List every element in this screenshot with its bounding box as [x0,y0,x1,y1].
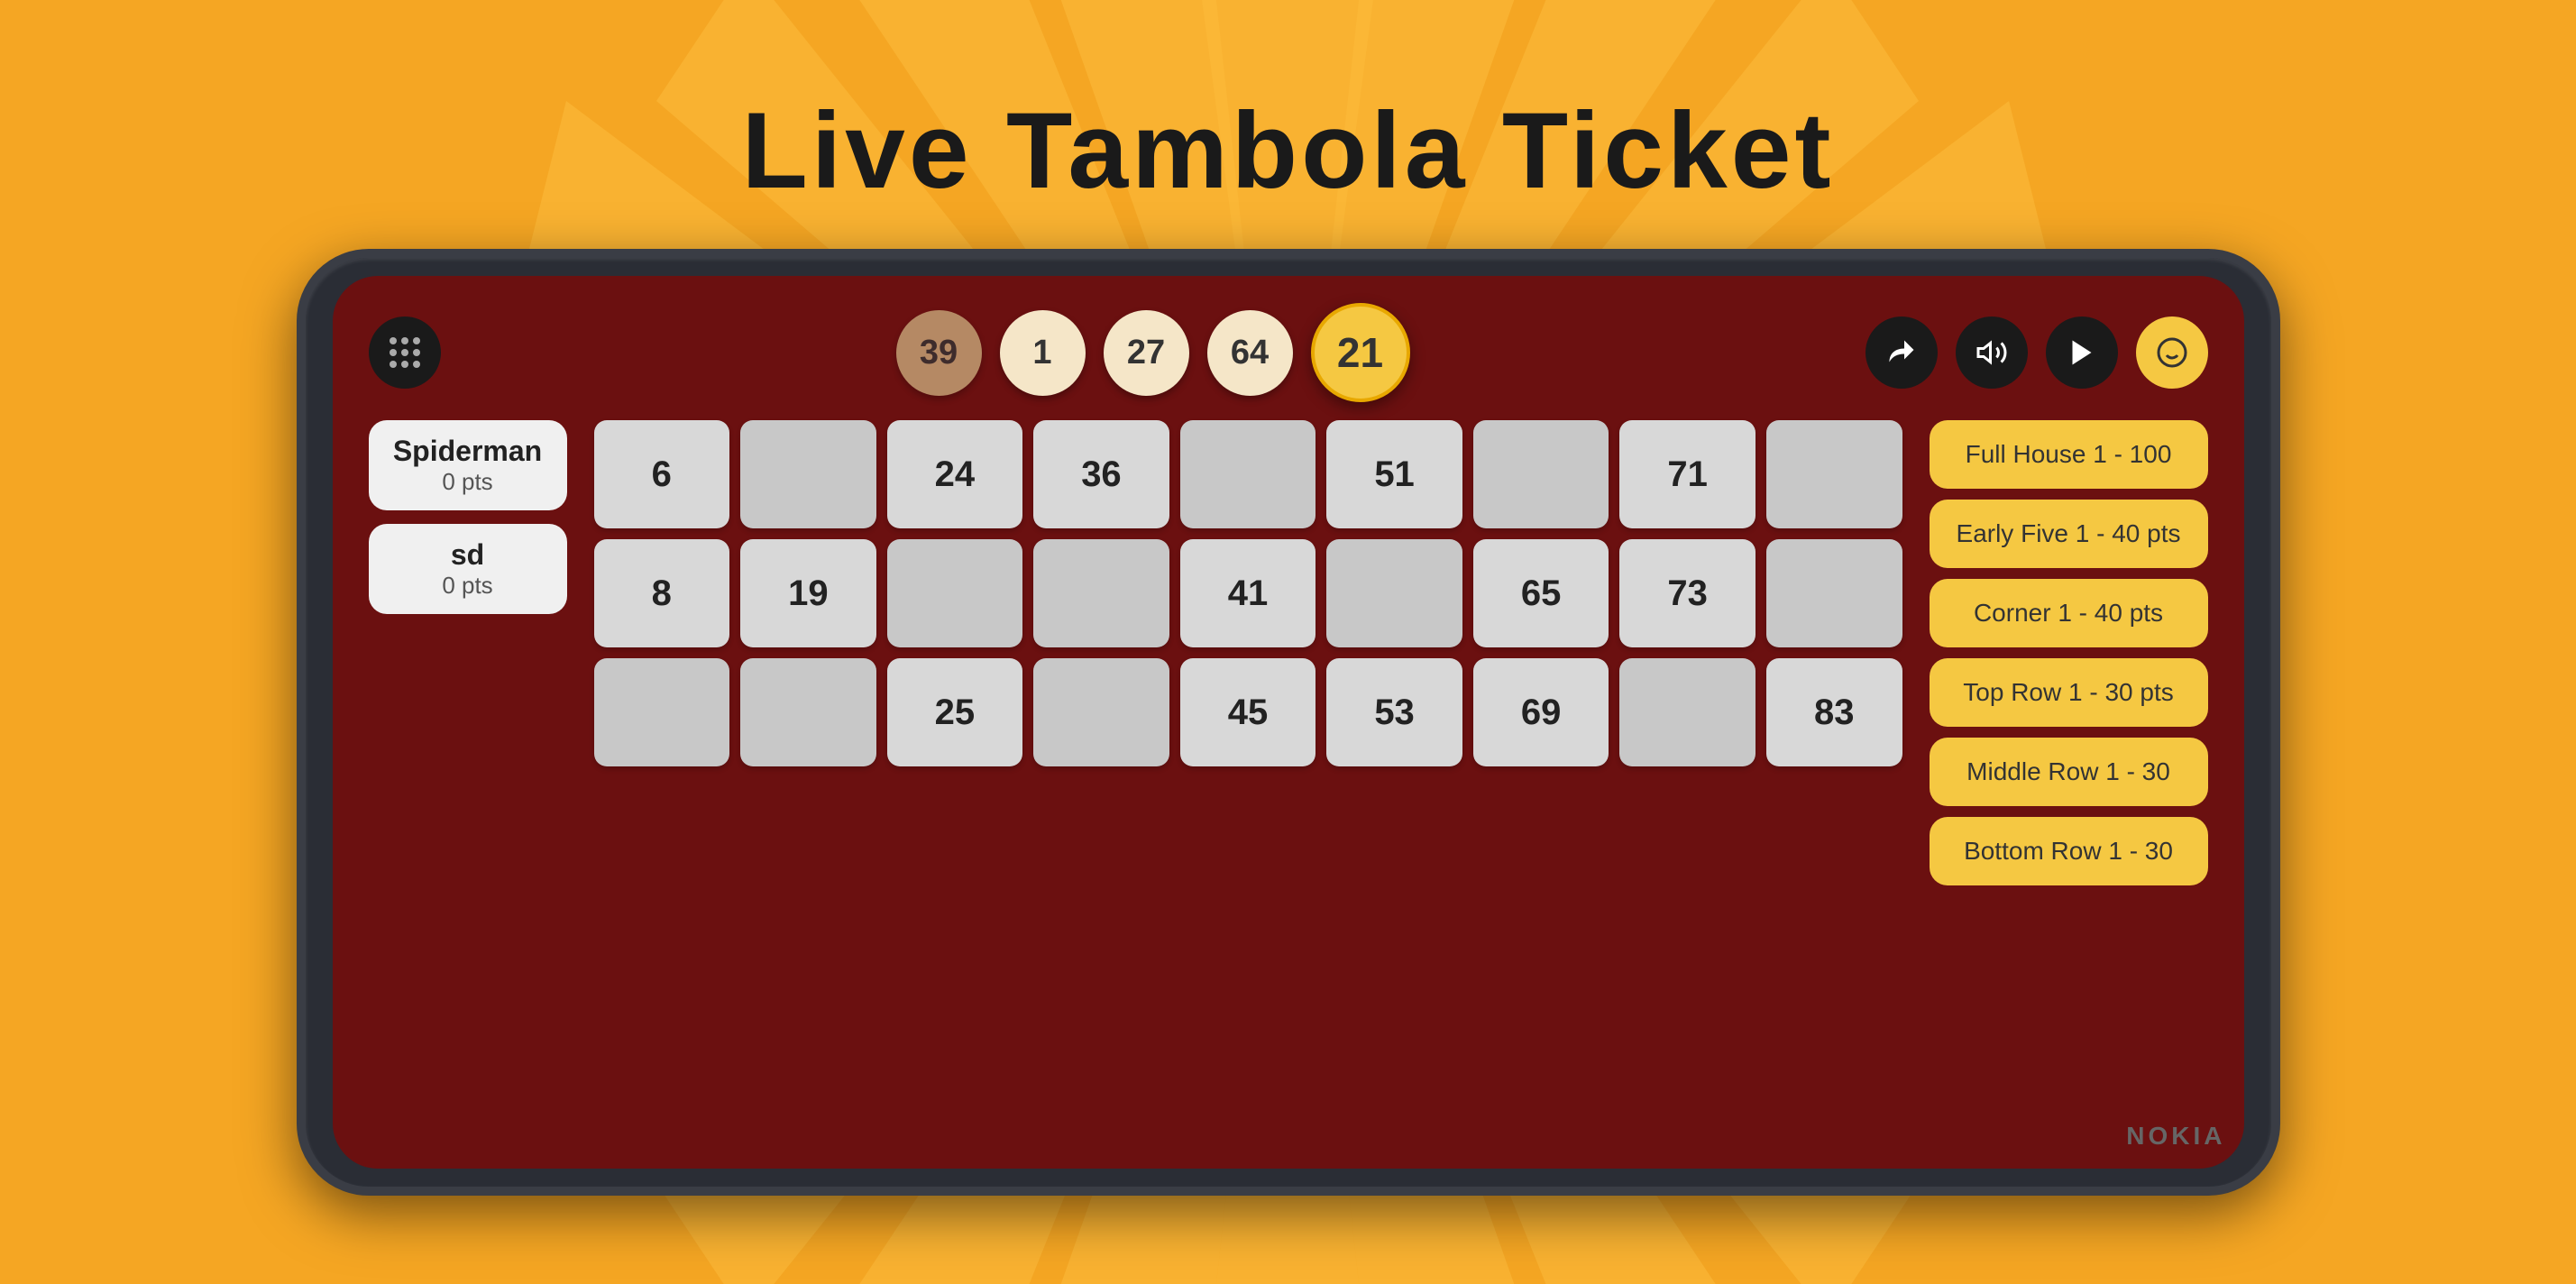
nokia-brand: NOKIA [2126,1122,2225,1151]
ticket-cell-1-5 [1326,539,1462,647]
player-card-0[interactable]: Spiderman 0 pts [369,420,567,510]
number-ball-1: 1 [1000,310,1086,396]
ticket-row-1: 819 41 6573 [594,539,1902,647]
player-card-1[interactable]: sd 0 pts [369,524,567,614]
ticket-cell-0-6 [1473,420,1609,528]
ticket-cell-1-1[interactable]: 19 [740,539,876,647]
prize-btn-4[interactable]: Middle Row 1 - 30 [1930,738,2208,806]
emoji-button[interactable] [2136,316,2208,389]
number-ball-0: 39 [896,310,982,396]
ticket-cell-2-5[interactable]: 53 [1326,658,1462,766]
ticket-cell-0-5[interactable]: 51 [1326,420,1462,528]
ticket-cell-2-3 [1033,658,1169,766]
ticket-cell-1-2 [887,539,1023,647]
sound-button[interactable] [1956,316,2028,389]
share-button[interactable] [1866,316,1938,389]
prize-btn-3[interactable]: Top Row 1 - 30 pts [1930,658,2208,727]
number-ball-2: 27 [1104,310,1189,396]
ticket-cell-2-8[interactable]: 83 [1766,658,1902,766]
ticket-cell-0-2[interactable]: 24 [887,420,1023,528]
ticket-row-2: 25 455369 83 [594,658,1902,766]
ticket-cell-0-4 [1180,420,1316,528]
ticket-cell-2-7 [1619,658,1756,766]
ticket-cell-1-0[interactable]: 8 [594,539,730,647]
ticket-cell-1-7[interactable]: 73 [1619,539,1756,647]
players-panel: Spiderman 0 ptssd 0 pts [369,420,567,1142]
ticket-cell-2-0 [594,658,730,766]
ticket-cell-2-1 [740,658,876,766]
ticket-cell-2-2[interactable]: 25 [887,658,1023,766]
number-ball-3: 64 [1207,310,1293,396]
ticket-cell-0-0[interactable]: 6 [594,420,730,528]
called-numbers: 391276421 [441,303,1866,402]
ticket-area: 6 2436 51 71 819 41 6573 25 455369 83 [594,420,1902,1142]
ticket-cell-2-4[interactable]: 45 [1180,658,1316,766]
player-pts-1: 0 pts [387,572,549,600]
ticket-cell-1-4[interactable]: 41 [1180,539,1316,647]
phone-body: NOKIA 391276421 [297,249,2280,1196]
menu-button[interactable] [369,316,441,389]
prize-btn-5[interactable]: Bottom Row 1 - 30 [1930,817,2208,885]
top-bar: 391276421 [369,303,2208,402]
screen-content: 391276421 [333,276,2244,1169]
grid-icon [382,330,427,375]
ticket-cell-1-6[interactable]: 65 [1473,539,1609,647]
ticket-cell-1-8 [1766,539,1902,647]
ticket-row-0: 6 2436 51 71 [594,420,1902,528]
prize-btn-0[interactable]: Full House 1 - 100 [1930,420,2208,489]
main-area: Spiderman 0 ptssd 0 pts 6243651718194165… [369,420,2208,1142]
ticket-cell-0-7[interactable]: 71 [1619,420,1756,528]
player-pts-0: 0 pts [387,468,549,496]
player-name-1: sd [387,538,549,572]
prize-panel: Full House 1 - 100 Early Five 1 - 40 pts C… [1930,420,2208,1142]
prize-btn-1[interactable]: Early Five 1 - 40 pts [1930,500,2208,568]
player-name-0: Spiderman [387,435,549,468]
number-ball-4: 21 [1311,303,1410,402]
ticket-cell-2-6[interactable]: 69 [1473,658,1609,766]
ticket-cell-0-1 [740,420,876,528]
page-title: Live Tambola Ticket [742,88,1835,213]
phone-device: NOKIA 391276421 [297,249,2280,1196]
ticket-cell-0-8 [1766,420,1902,528]
play-button[interactable] [2046,316,2118,389]
ticket-cell-1-3 [1033,539,1169,647]
action-buttons [1866,316,2208,389]
phone-screen: 391276421 [333,276,2244,1169]
prize-btn-2[interactable]: Corner 1 - 40 pts [1930,579,2208,647]
ticket-cell-0-3[interactable]: 36 [1033,420,1169,528]
